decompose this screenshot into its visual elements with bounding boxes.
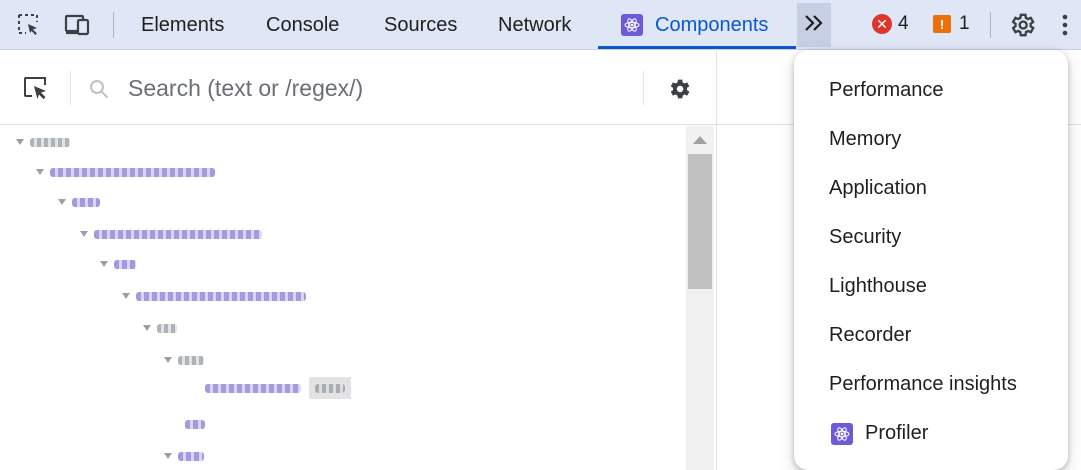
- warning-icon: !: [933, 15, 951, 33]
- error-count: 4: [898, 13, 909, 34]
- toolbar-divider: [113, 12, 114, 38]
- tree-scrollbar[interactable]: [686, 126, 714, 470]
- tree-node[interactable]: [100, 254, 136, 274]
- menu-item-label: Security: [829, 226, 902, 248]
- tab-label: Elements: [141, 13, 225, 36]
- menu-item-application[interactable]: Application: [794, 164, 1068, 213]
- menu-item-security[interactable]: Security: [794, 213, 1068, 262]
- tree-node[interactable]: [58, 192, 100, 212]
- tree-node[interactable]: [164, 446, 204, 466]
- toolbar-divider: [990, 12, 991, 38]
- tab-label: Components: [655, 13, 769, 36]
- more-vertical-icon[interactable]: [1055, 10, 1075, 40]
- tree-node[interactable]: [185, 414, 205, 434]
- menu-item-label: Recorder: [829, 324, 912, 346]
- tree-node[interactable]: [80, 224, 262, 244]
- menu-item-memory[interactable]: Memory: [794, 115, 1068, 164]
- menu-item-lighthouse[interactable]: Lighthouse: [794, 262, 1068, 311]
- search-input[interactable]: [128, 73, 628, 103]
- react-icon: [621, 14, 643, 36]
- tree-node[interactable]: [16, 132, 70, 152]
- tree-node[interactable]: [36, 162, 215, 182]
- menu-item-performance-insights[interactable]: Performance insights: [794, 360, 1068, 409]
- tree-node[interactable]: [205, 377, 351, 399]
- warning-count: 1: [959, 13, 970, 34]
- key-tag: [309, 377, 351, 399]
- component-tree: [0, 126, 686, 470]
- scrollbar-thumb[interactable]: [688, 154, 712, 289]
- tree-node[interactable]: [122, 286, 306, 306]
- menu-item-label: Profiler: [865, 422, 929, 444]
- error-icon: ✕: [872, 14, 892, 34]
- react-icon: [831, 422, 853, 445]
- menu-item-label: Performance: [829, 79, 944, 101]
- components-search-bar: [0, 51, 716, 125]
- error-counter[interactable]: ✕ 4: [872, 13, 909, 35]
- active-tab-indicator: [598, 46, 796, 49]
- warning-counter[interactable]: ! 1: [933, 13, 970, 35]
- gear-icon[interactable]: [1007, 10, 1037, 40]
- tab-label: Console: [266, 13, 340, 36]
- tab-elements[interactable]: Elements: [141, 0, 224, 50]
- device-toolbar-icon[interactable]: [63, 10, 93, 40]
- tab-label: Sources: [384, 13, 458, 36]
- menu-item-label: Lighthouse: [829, 275, 927, 297]
- tab-network[interactable]: Network: [498, 0, 571, 50]
- menu-item-recorder[interactable]: Recorder: [794, 311, 1068, 360]
- more-tabs-menu: Performance Memory Application Security …: [794, 50, 1068, 470]
- tab-console[interactable]: Console: [266, 0, 339, 50]
- menu-item-label: Memory: [829, 128, 902, 150]
- select-component-icon[interactable]: [22, 75, 50, 108]
- tree-node[interactable]: [164, 350, 204, 370]
- menu-item-performance[interactable]: Performance: [794, 66, 1068, 115]
- menu-item-label: Performance insights: [829, 373, 1017, 395]
- search-icon: [88, 78, 110, 105]
- menu-item-profiler[interactable]: Profiler: [794, 409, 1068, 458]
- tab-sources[interactable]: Sources: [384, 0, 457, 50]
- divider: [643, 71, 644, 105]
- menu-item-label: Application: [829, 177, 927, 199]
- tree-node[interactable]: [143, 318, 177, 338]
- tab-label: Network: [498, 13, 572, 36]
- divider: [70, 71, 71, 105]
- devtools-toolbar: Elements Console Sources Network Compone…: [0, 0, 1081, 50]
- inspect-element-icon[interactable]: [14, 10, 44, 40]
- gear-icon[interactable]: [666, 76, 692, 107]
- more-tabs-button[interactable]: [797, 3, 831, 47]
- tab-components[interactable]: Components: [621, 0, 768, 50]
- scroll-up-icon[interactable]: [693, 136, 707, 144]
- chevron-double-right-icon: [803, 14, 825, 37]
